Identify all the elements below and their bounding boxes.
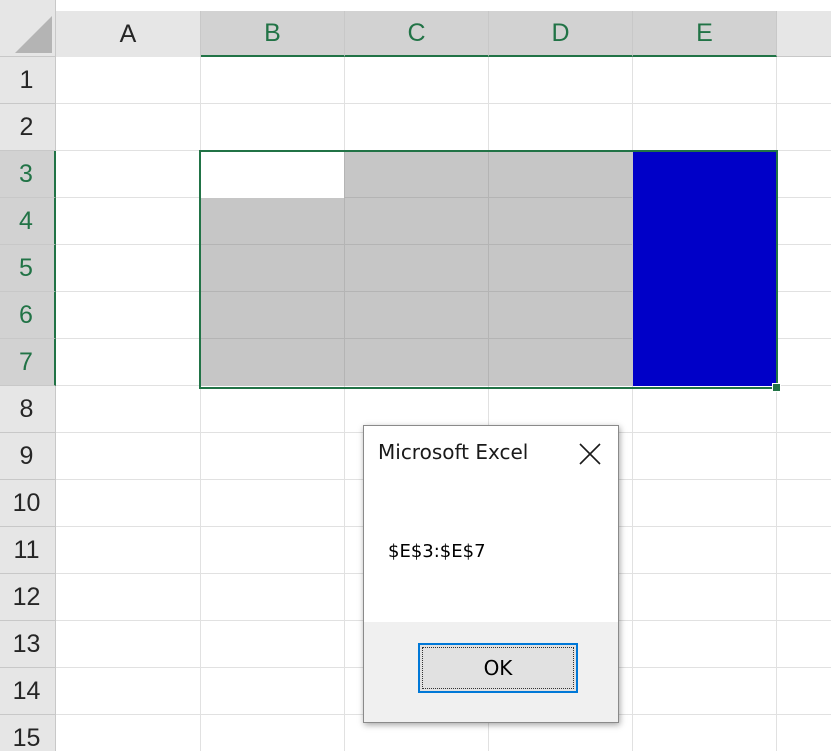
column-header-a[interactable]: A (56, 11, 201, 57)
dialog-title: Microsoft Excel (378, 440, 529, 464)
dialog-message: $E$3:$E$7 (388, 541, 486, 562)
row-header-5[interactable]: 5 (0, 245, 56, 292)
select-all-button[interactable] (0, 0, 56, 57)
dialog-footer: OK (364, 622, 618, 722)
column-header-e[interactable]: E (633, 11, 777, 57)
row-header-9[interactable]: 9 (0, 433, 56, 480)
select-all-triangle-icon (15, 16, 52, 53)
row-header-6[interactable]: 6 (0, 292, 56, 339)
highlighted-range-e3-e7[interactable] (633, 151, 776, 386)
gridline (201, 244, 632, 245)
gridline (488, 151, 489, 386)
gridline (201, 338, 632, 339)
active-cell-b3[interactable] (201, 151, 344, 198)
column-header-c[interactable]: C (345, 11, 489, 57)
gridline (201, 291, 632, 292)
row-header-2[interactable]: 2 (0, 104, 56, 151)
message-box: Microsoft Excel $E$3:$E$7 OK (363, 425, 619, 723)
row-header-11[interactable]: 11 (0, 527, 56, 574)
ok-button[interactable]: OK (418, 643, 578, 693)
ok-button-label: OK (483, 656, 513, 680)
row-header-12[interactable]: 12 (0, 574, 56, 621)
row-header-4[interactable]: 4 (0, 198, 56, 245)
gridline (344, 151, 345, 386)
row-header-3[interactable]: 3 (0, 151, 56, 198)
row-header-10[interactable]: 10 (0, 480, 56, 527)
row-header-1[interactable]: 1 (0, 57, 56, 104)
row-header-14[interactable]: 14 (0, 668, 56, 715)
close-button[interactable] (570, 434, 610, 474)
row-header-13[interactable]: 13 (0, 621, 56, 668)
column-header-b[interactable]: B (201, 11, 345, 57)
column-header-d[interactable]: D (489, 11, 633, 57)
fill-handle[interactable] (772, 383, 781, 392)
row-header-15[interactable]: 15 (0, 715, 56, 751)
gridline (776, 57, 777, 751)
gridline (56, 103, 831, 104)
row-header-8[interactable]: 8 (0, 386, 56, 433)
close-icon (579, 443, 601, 465)
row-header-7[interactable]: 7 (0, 339, 56, 386)
